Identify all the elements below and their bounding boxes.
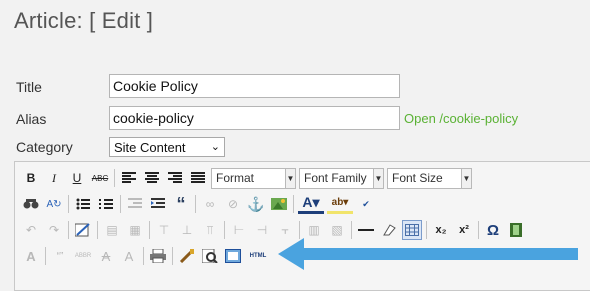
toolbar-row-4: A “” ABBR A A HTML	[21, 244, 273, 268]
find-icon[interactable]	[21, 194, 41, 214]
separator	[45, 247, 46, 265]
separator	[68, 195, 69, 213]
col-before-icon[interactable]: ⊢	[229, 220, 249, 240]
text-color-icon[interactable]: A▾	[298, 194, 324, 214]
link-icon[interactable]: ∞	[200, 194, 220, 214]
title-input[interactable]	[109, 74, 400, 98]
category-label: Category	[16, 139, 73, 155]
highlight-color-icon[interactable]: ab▾	[327, 194, 353, 214]
category-selected-value: Site Content	[114, 139, 186, 155]
align-center-icon[interactable]	[142, 168, 162, 188]
dropdown-arrow-icon: ▼	[373, 168, 383, 188]
paint-brush-icon[interactable]	[177, 246, 197, 266]
underline-button[interactable]: U	[67, 168, 87, 188]
preview-icon[interactable]	[200, 246, 220, 266]
title-label: Title	[16, 79, 42, 95]
dropdown-arrow-icon: ▼	[461, 168, 471, 188]
bold-button[interactable]: B	[21, 168, 41, 188]
format-label: Format	[216, 170, 255, 185]
font-size-dropdown[interactable]: Font Size ▼	[387, 167, 472, 189]
table-insert-icon[interactable]: ▤	[102, 220, 122, 240]
fullscreen-icon[interactable]	[223, 246, 243, 266]
style-props-icon[interactable]: A	[21, 246, 41, 266]
unlink-icon[interactable]: ⊘	[223, 194, 243, 214]
table-props-icon[interactable]: ▦	[125, 220, 145, 240]
open-alias-link[interactable]: Open /cookie-policy	[404, 111, 518, 126]
separator	[97, 221, 98, 239]
separator	[172, 247, 173, 265]
row-before-icon[interactable]: ⊤	[154, 220, 174, 240]
blockquote-button[interactable]: “	[171, 194, 191, 214]
delete-row-icon[interactable]: ⫪	[200, 220, 220, 240]
separator	[224, 221, 225, 239]
font-family-dropdown[interactable]: Font Family ▼	[299, 167, 384, 189]
spellcheck-icon[interactable]: ✔	[356, 194, 376, 214]
alias-input[interactable]	[109, 106, 400, 130]
align-left-icon[interactable]	[119, 168, 139, 188]
image-icon[interactable]	[269, 194, 289, 214]
strikethrough-button[interactable]: ABC	[90, 168, 110, 188]
category-select[interactable]: Site Content ⌄	[109, 137, 225, 157]
html-source-button[interactable]: HTML	[246, 246, 270, 266]
separator	[68, 221, 69, 239]
bullet-list-icon[interactable]	[73, 194, 93, 214]
cleanup-icon[interactable]	[73, 220, 93, 240]
separator	[293, 195, 294, 213]
callout-arrow-icon	[278, 238, 578, 270]
redo-icon[interactable]: ↷	[44, 220, 64, 240]
anchor-icon[interactable]: ⚓	[246, 194, 266, 214]
print-icon[interactable]	[148, 246, 168, 266]
numbered-list-icon[interactable]	[96, 194, 116, 214]
delete-text-icon[interactable]: A	[96, 246, 116, 266]
outdent-icon[interactable]	[125, 194, 145, 214]
separator	[195, 195, 196, 213]
undo-icon[interactable]: ↶	[21, 220, 41, 240]
cite-button[interactable]: “”	[50, 246, 70, 266]
align-justify-icon[interactable]	[188, 168, 208, 188]
separator	[149, 221, 150, 239]
page-title: Article: [ Edit ]	[14, 8, 154, 33]
dropdown-arrow-icon: ▼	[285, 168, 295, 188]
font-size-label: Font Size	[392, 170, 443, 185]
toolbar-row-2: A↻ “ ∞ ⊘ ⚓ A▾ ab▾ ✔	[21, 192, 379, 216]
insert-text-icon[interactable]: A	[119, 246, 139, 266]
chevron-down-icon: ⌄	[210, 141, 220, 153]
separator	[120, 195, 121, 213]
format-dropdown[interactable]: Format ▼	[211, 167, 296, 189]
font-family-label: Font Family	[304, 170, 367, 185]
col-after-icon[interactable]: ⊣	[252, 220, 272, 240]
alias-label: Alias	[16, 111, 47, 127]
abbr-button[interactable]: ABBR	[73, 246, 93, 266]
italic-button[interactable]: I	[44, 168, 64, 188]
toolbar-row-1: B I U ABC Format ▼ Font Family ▼ Font Size…	[21, 166, 475, 190]
replace-icon[interactable]: A↻	[44, 194, 64, 214]
indent-icon[interactable]	[148, 194, 168, 214]
row-after-icon[interactable]: ⊥	[177, 220, 197, 240]
separator	[114, 169, 115, 187]
separator	[143, 247, 144, 265]
align-right-icon[interactable]	[165, 168, 185, 188]
